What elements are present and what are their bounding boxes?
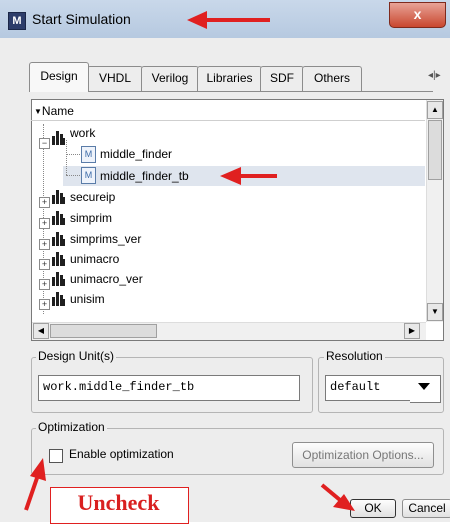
- tab-design[interactable]: Design: [29, 62, 89, 92]
- title-arrow-icon: [187, 11, 270, 29]
- selection-arrow-icon: [220, 167, 277, 185]
- ok-arrow-icon: [320, 483, 355, 511]
- checkbox-arrow-icon: [24, 458, 46, 511]
